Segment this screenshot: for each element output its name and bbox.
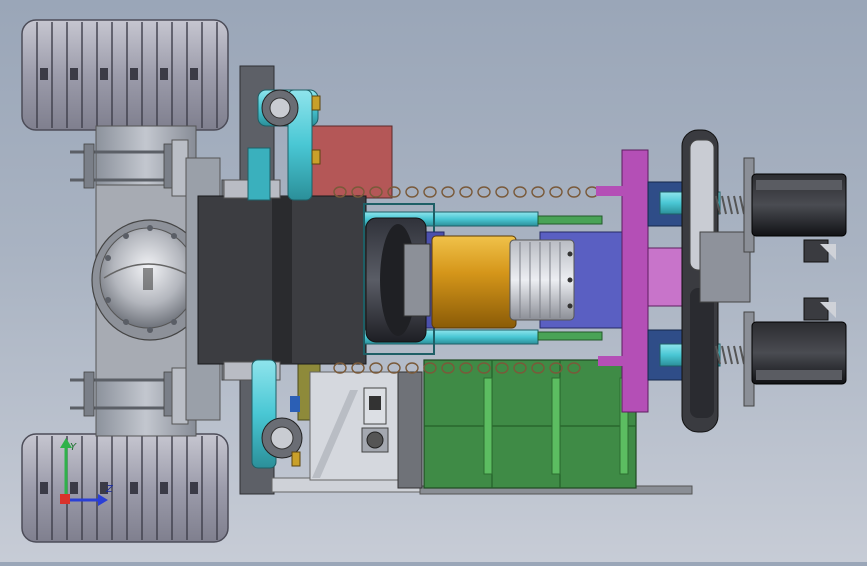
- red-mount-block: [311, 125, 393, 199]
- triad-x-axis: [60, 494, 70, 504]
- brass-coupling: [431, 235, 517, 329]
- rear-tire-top: [21, 19, 229, 131]
- triad-z-label: Z: [105, 484, 114, 495]
- model-render: Y Z: [21, 19, 847, 543]
- gear-hub: [509, 239, 575, 321]
- electronics-bay: [309, 371, 423, 489]
- servo-motor-bottom: [743, 297, 847, 407]
- drive-cylinder: [365, 217, 431, 343]
- motor-housing: [197, 179, 367, 381]
- cad-viewport[interactable]: Y Z: [0, 0, 867, 562]
- green-battery-box: [423, 359, 637, 489]
- brake-disc: [681, 129, 751, 433]
- triad-y-label: Y: [70, 442, 77, 453]
- servo-motor-top: [743, 157, 847, 263]
- rear-tire-bottom: [21, 433, 229, 543]
